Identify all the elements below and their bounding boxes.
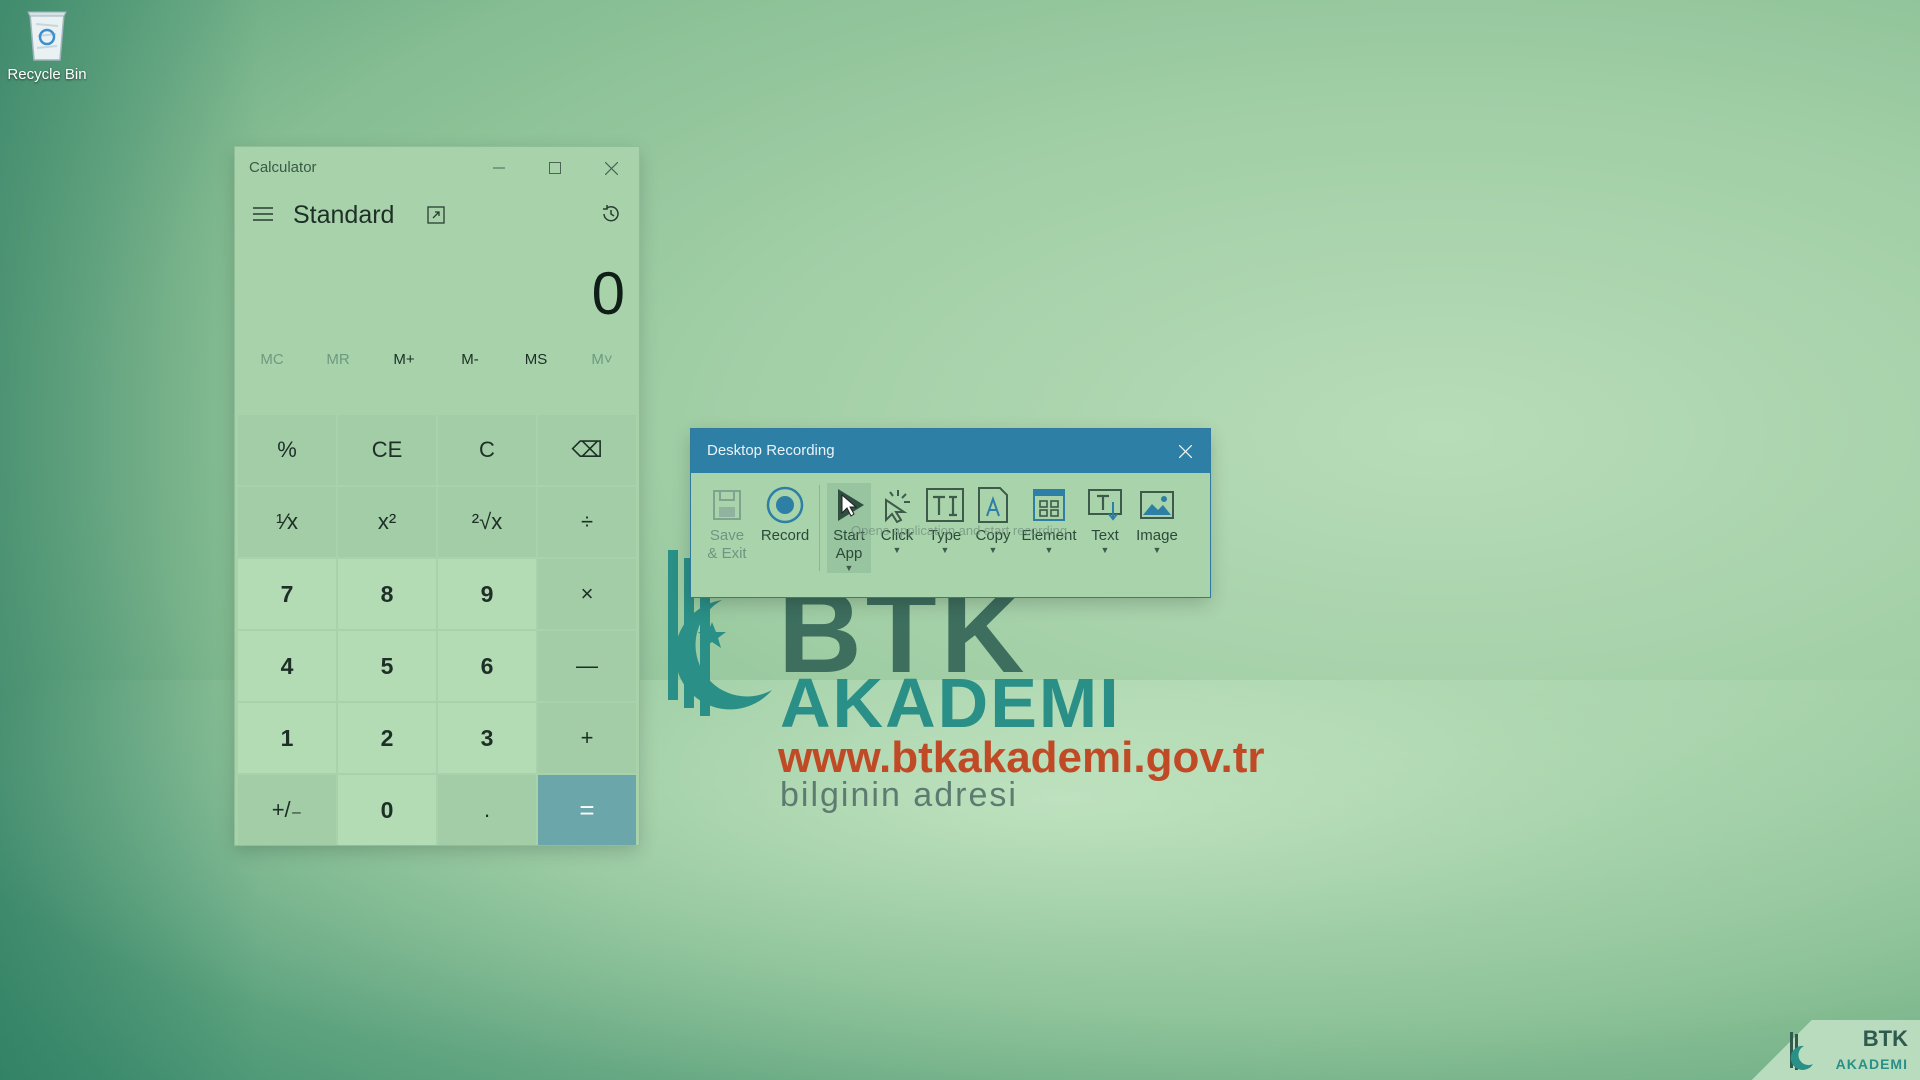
copy-document-icon [978,487,1008,523]
corner-btk-text: BTK [1862,1026,1908,1051]
digit-5-key[interactable]: 5 [338,631,436,701]
calculator-title: Calculator [249,159,317,176]
close-button[interactable] [583,147,639,189]
digit-7-key[interactable]: 7 [238,559,336,629]
memory-add-button[interactable]: M+ [371,351,437,368]
calculator-window: Calculator Standard 0 MC MR M+ M- MS M˅ … [235,147,639,845]
chevron-down-icon: ▼ [844,563,854,573]
copy-button[interactable]: Copy ▼ [971,483,1015,555]
keep-on-top-button[interactable] [421,201,451,229]
memory-store-button[interactable]: MS [503,351,569,368]
chevron-down-icon: ▼ [892,545,902,555]
image-button[interactable]: Image ▼ [1131,483,1183,555]
calculator-display: 0 [235,239,639,339]
chevron-down-icon: ▼ [1152,545,1162,555]
desktop-recording-window: Desktop Recording Save & Exit Record Sta… [691,429,1210,597]
digit-8-key[interactable]: 8 [338,559,436,629]
memory-bar: MC MR M+ M- MS M˅ [235,339,639,379]
logo-url: www.btkakademi.gov.tr [778,733,1265,782]
digit-9-key[interactable]: 9 [438,559,536,629]
calculator-titlebar[interactable]: Calculator [235,147,639,189]
corner-watermark: BTK AKADEMI [1740,1020,1920,1080]
maximize-icon [549,162,561,174]
square-key[interactable]: x² [338,487,436,557]
percent-key[interactable]: % [238,415,336,485]
chevron-down-icon: ▼ [1100,545,1110,555]
element-button[interactable]: Element ▼ [1019,483,1079,555]
chevron-down-icon: ▼ [988,545,998,555]
keypad: % CE C ⌫ ¹⁄x x² ²√x ÷ 7 8 9 × 4 5 6 — 1 … [238,415,636,845]
history-icon [603,205,619,222]
logo-slogan: bilginin adresi [780,776,1018,814]
display-value: 0 [591,260,625,327]
recording-close-button[interactable] [1160,429,1210,473]
record-button[interactable]: Record [757,483,813,545]
close-icon [604,161,618,175]
image-icon [1140,491,1174,519]
subtract-key[interactable]: — [538,631,636,701]
type-text-icon [926,488,964,522]
recording-title: Desktop Recording [707,442,835,459]
recycle-bin-shortcut[interactable]: Recycle Bin [6,6,88,83]
logo-akademi-text: AKADEMI [780,664,1121,742]
save-exit-button[interactable]: Save & Exit [707,483,747,563]
equals-key[interactable]: = [538,775,636,845]
keep-on-top-icon [427,206,445,224]
hamburger-icon [253,207,273,221]
memory-subtract-button[interactable]: M- [437,351,503,368]
start-app-tooltip: Opens application and start recording [851,523,1068,538]
history-button[interactable] [593,197,629,231]
close-icon [1178,444,1192,458]
decimal-key[interactable]: . [438,775,536,845]
memory-clear-button[interactable]: MC [239,351,305,368]
chevron-down-icon: ▼ [1044,545,1054,555]
click-button[interactable]: Click ▼ [875,483,919,555]
image-label: Image [1136,527,1178,544]
navigation-menu-button[interactable] [245,197,281,231]
minimize-button[interactable] [471,147,527,189]
play-icon [838,489,864,521]
clear-key[interactable]: C [438,415,536,485]
digit-2-key[interactable]: 2 [338,703,436,773]
record-label: Record [760,527,810,544]
memory-list-button[interactable]: M˅ [569,351,635,368]
btk-emblem-icon [1790,1032,1813,1070]
recording-titlebar[interactable]: Desktop Recording [691,429,1210,473]
digit-1-key[interactable]: 1 [238,703,336,773]
reciprocal-key[interactable]: ¹⁄x [238,487,336,557]
text-label: Text [1091,527,1119,544]
square-root-key[interactable]: ²√x [438,487,536,557]
text-capture-icon [1088,489,1122,521]
calculator-mode-title: Standard [293,201,395,229]
chevron-down-icon: ▼ [940,545,950,555]
digit-4-key[interactable]: 4 [238,631,336,701]
negate-key[interactable]: +/₋ [238,775,336,845]
recording-toolbar: Save & Exit Record Start App ▼ Click ▼ T… [691,473,1210,597]
record-icon [766,486,804,524]
maximize-button[interactable] [527,147,583,189]
save-icon [713,490,741,520]
digit-3-key[interactable]: 3 [438,703,536,773]
background-shade [0,0,260,1080]
text-button[interactable]: Text ▼ [1083,483,1127,555]
recycle-bin-icon [24,6,70,62]
click-cursor-icon [885,490,910,524]
divide-key[interactable]: ÷ [538,487,636,557]
corner-akademi-text: AKADEMI [1835,1056,1908,1072]
add-key[interactable]: + [538,703,636,773]
memory-recall-button[interactable]: MR [305,351,371,368]
save-exit-label: Save & Exit [707,527,747,562]
toolbar-separator [819,485,820,571]
digit-0-key[interactable]: 0 [338,775,436,845]
recycle-bin-label: Recycle Bin [7,66,87,83]
element-grid-icon [1033,489,1065,521]
digit-6-key[interactable]: 6 [438,631,536,701]
minimize-icon [493,167,505,169]
clear-entry-key[interactable]: CE [338,415,436,485]
backspace-key[interactable]: ⌫ [538,415,636,485]
type-button[interactable]: Type ▼ [923,483,967,555]
multiply-key[interactable]: × [538,559,636,629]
